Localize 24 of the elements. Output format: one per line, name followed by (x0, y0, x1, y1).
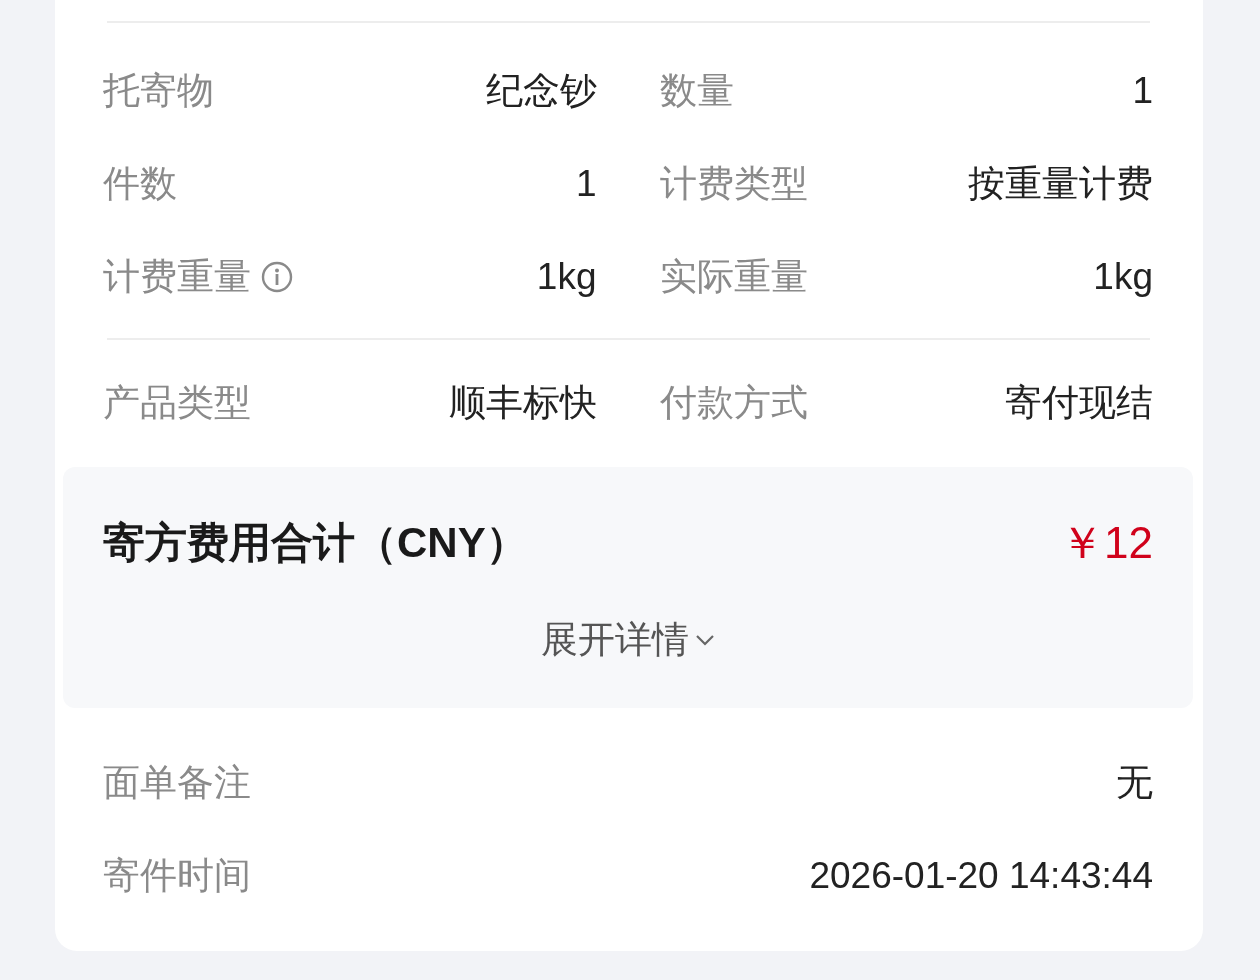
field-label: 托寄物 (103, 69, 214, 114)
field-value: 1 (575, 162, 597, 207)
field-value: 按重量计费 (968, 162, 1153, 207)
field-label: 数量 (659, 69, 734, 114)
field-value: 纪念钞 (485, 69, 597, 114)
field-label: 实际重量 (659, 255, 808, 300)
field-value: 2026-01-20 14:43:44 (809, 854, 1153, 899)
field-label: 付款方式 (659, 381, 808, 426)
field-value: 1kg (1093, 255, 1153, 300)
field-value: 寄付现结 (1005, 381, 1153, 426)
field-label: 面单备注 (103, 761, 251, 806)
field-label: 件数 (103, 162, 177, 207)
fee-amount: ￥12 (1060, 516, 1153, 569)
field-value: 无 (1116, 761, 1153, 806)
field-value: 顺丰标快 (448, 381, 597, 426)
field-label: 计费类型 (659, 162, 808, 207)
fee-total-label: 寄方费用合计（CNY） (103, 518, 528, 568)
field-value: 1 (1132, 69, 1153, 114)
info-icon[interactable] (261, 261, 293, 294)
field-label: 产品类型 (103, 381, 251, 426)
field-value: 1kg (536, 255, 597, 300)
field-label: 寄件时间 (103, 854, 251, 899)
expand-details-button[interactable]: 展开详情 (541, 614, 715, 666)
field-label: 计费重量 (103, 255, 251, 300)
